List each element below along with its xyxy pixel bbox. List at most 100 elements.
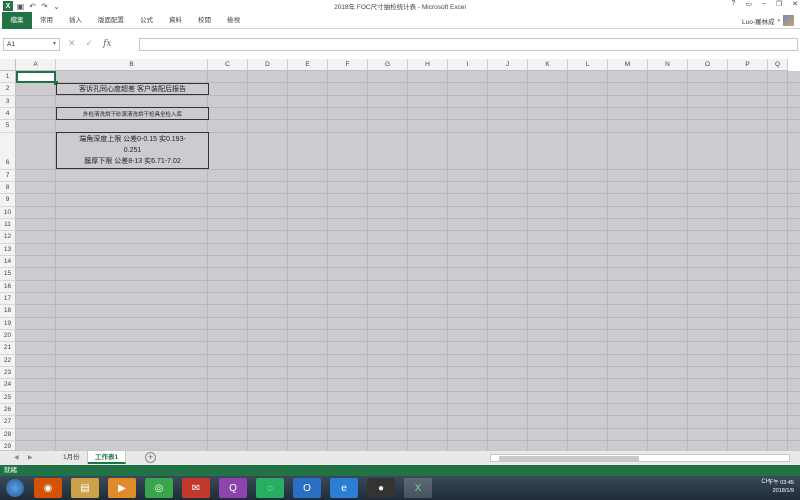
- add-sheet-button[interactable]: +: [145, 452, 156, 463]
- column-header-b[interactable]: B: [56, 59, 208, 71]
- column-header-d[interactable]: D: [248, 59, 288, 71]
- row-header-10[interactable]: 10: [0, 206, 16, 219]
- row-header-13[interactable]: 13: [0, 243, 16, 256]
- row-header-15[interactable]: 15: [0, 268, 16, 281]
- undo-icon[interactable]: ↶: [28, 2, 37, 11]
- title-bar: X ▣ ↶ ↷ ⌄ 2018年 FOC尺寸抽检统计表 - Microsoft E…: [0, 0, 800, 12]
- row-header-7[interactable]: 7: [0, 169, 16, 182]
- column-header-n[interactable]: N: [648, 59, 688, 71]
- browser-icon[interactable]: ◎: [145, 478, 173, 498]
- wechat-icon[interactable]: ◌: [256, 478, 284, 498]
- ribbon-display-button[interactable]: ▭: [745, 0, 752, 8]
- cell-b4[interactable]: 外检清洗烘干砂滚清洗烘干检具全检入库: [56, 107, 209, 120]
- insert-function-icon[interactable]: fx: [103, 39, 111, 49]
- chevron-down-icon[interactable]: ▼: [52, 39, 57, 50]
- user-account[interactable]: Luo-羅林成 ▾: [742, 15, 794, 26]
- column-header-k[interactable]: K: [528, 59, 568, 71]
- camera-icon[interactable]: ●: [367, 478, 395, 498]
- column-header-e[interactable]: E: [288, 59, 328, 71]
- qq-icon[interactable]: Q: [219, 478, 247, 498]
- enter-icon[interactable]: ✓: [86, 38, 94, 49]
- start-button[interactable]: [6, 479, 24, 497]
- row-header-11[interactable]: 11: [0, 218, 16, 232]
- row-header-19[interactable]: 19: [0, 317, 16, 330]
- column-header-a[interactable]: A: [16, 59, 56, 71]
- cell-b6[interactable]: 端角深度上限 公差0-0.15 实0.193- 0.251 膜厚下限 公差8-1…: [56, 132, 209, 170]
- foxmail-icon[interactable]: ✉: [182, 478, 210, 498]
- row-header-20[interactable]: 20: [0, 329, 16, 343]
- selected-cell-a1[interactable]: [16, 71, 58, 85]
- help-button[interactable]: ?: [731, 0, 735, 8]
- tab-file[interactable]: 檔案: [2, 11, 32, 29]
- spreadsheet-grid[interactable]: ABCDEFGHIJKLMNOPQ 1 2 3 4 5 6 7 8 9 10 11 12 13 14 15 1…: [0, 59, 800, 450]
- row-header-23[interactable]: 23: [0, 366, 16, 380]
- row-header-5[interactable]: 5: [0, 120, 16, 133]
- firefox-icon[interactable]: ◉: [34, 478, 62, 498]
- row-header-17[interactable]: 17: [0, 292, 16, 306]
- row-header-22[interactable]: 22: [0, 354, 16, 367]
- tab-view[interactable]: 檢視: [219, 12, 248, 29]
- select-all-corner[interactable]: [0, 59, 16, 71]
- row-header-14[interactable]: 14: [0, 255, 16, 269]
- column-header-q[interactable]: Q: [768, 59, 788, 71]
- column-header-c[interactable]: C: [208, 59, 248, 71]
- cell-area[interactable]: [16, 71, 800, 450]
- row-header-26[interactable]: 26: [0, 403, 16, 417]
- column-header-j[interactable]: J: [488, 59, 528, 71]
- row-header-4[interactable]: 4: [0, 107, 16, 121]
- save-icon[interactable]: ▣: [16, 2, 25, 11]
- sheet-prev-icon[interactable]: ◀: [14, 454, 19, 461]
- row-header-8[interactable]: 8: [0, 181, 16, 195]
- row-header-16[interactable]: 16: [0, 280, 16, 293]
- tab-data[interactable]: 資料: [161, 12, 190, 29]
- formula-input[interactable]: [139, 38, 798, 51]
- row-header-1[interactable]: 1: [0, 71, 16, 84]
- column-header-m[interactable]: M: [608, 59, 648, 71]
- excel-logo-icon: X: [3, 1, 13, 11]
- tab-home[interactable]: 常用: [32, 12, 61, 29]
- name-box[interactable]: A1 ▼: [3, 38, 60, 51]
- cell-b6-line2: 0.251: [123, 147, 142, 155]
- tab-insert[interactable]: 插入: [61, 12, 90, 29]
- row-header-12[interactable]: 12: [0, 231, 16, 244]
- column-header-f[interactable]: F: [328, 59, 368, 71]
- excel-icon[interactable]: X: [404, 478, 432, 498]
- column-header-g[interactable]: G: [368, 59, 408, 71]
- folder-icon[interactable]: ▤: [71, 478, 99, 498]
- clock[interactable]: 下午 03:45 2018/1/9: [768, 479, 794, 495]
- media-icon[interactable]: ▶: [108, 478, 136, 498]
- sheet-tab-sheet1[interactable]: 工作表1: [88, 451, 127, 464]
- outlook-icon[interactable]: O: [293, 478, 321, 498]
- row-header-29[interactable]: 29: [0, 440, 16, 450]
- row-header-2[interactable]: 2: [0, 83, 16, 96]
- ie-icon[interactable]: e: [330, 478, 358, 498]
- row-header-28[interactable]: 28: [0, 428, 16, 441]
- redo-icon[interactable]: ↷: [40, 2, 49, 11]
- column-header-o[interactable]: O: [688, 59, 728, 71]
- customize-icon[interactable]: ⌄: [52, 2, 61, 11]
- row-header-24[interactable]: 24: [0, 379, 16, 392]
- row-header-21[interactable]: 21: [0, 342, 16, 355]
- sheet-tab-january[interactable]: 1月份: [56, 451, 88, 464]
- minimize-button[interactable]: –: [762, 0, 766, 8]
- row-header-3[interactable]: 3: [0, 95, 16, 108]
- cancel-icon[interactable]: ✕: [68, 38, 76, 49]
- row-header-25[interactable]: 25: [0, 391, 16, 404]
- row-header-18[interactable]: 18: [0, 305, 16, 318]
- cell-b2[interactable]: 客诉孔同心度超差 客户装配后报告: [56, 82, 209, 96]
- row-header-9[interactable]: 9: [0, 194, 16, 207]
- column-header-h[interactable]: H: [408, 59, 448, 71]
- horizontal-scrollbar[interactable]: [490, 454, 790, 462]
- column-header-l[interactable]: L: [568, 59, 608, 71]
- tab-page-layout[interactable]: 版面配置: [90, 12, 132, 29]
- scrollbar-thumb[interactable]: [499, 456, 639, 461]
- row-header-6[interactable]: 6: [0, 132, 16, 170]
- close-button[interactable]: ✕: [792, 0, 798, 8]
- column-header-p[interactable]: P: [728, 59, 768, 71]
- tab-review[interactable]: 校閱: [190, 12, 219, 29]
- sheet-next-icon[interactable]: ▶: [28, 454, 33, 461]
- restore-button[interactable]: ❐: [776, 0, 782, 8]
- row-header-27[interactable]: 27: [0, 416, 16, 429]
- column-header-i[interactable]: I: [448, 59, 488, 71]
- tab-formulas[interactable]: 公式: [132, 12, 161, 29]
